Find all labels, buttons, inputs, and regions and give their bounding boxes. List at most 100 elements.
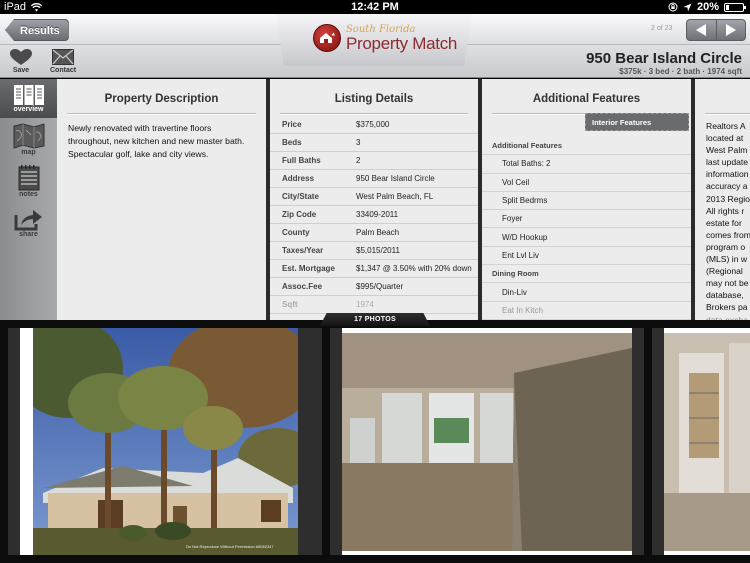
house-icon — [320, 32, 335, 43]
listing-label: Taxes/Year — [282, 246, 324, 255]
property-description-panel: Property Description Newly renovated wit… — [57, 79, 266, 320]
disclaimer-line: information — [706, 169, 749, 180]
disclaimer-line: accuracy a — [706, 181, 748, 192]
disclaimer-line: comes from — [706, 229, 750, 240]
battery-percent: 20% — [696, 1, 719, 13]
property-title: 950 Bear Island Circle — [586, 50, 742, 67]
listing-label: Assoc.Fee — [282, 282, 323, 291]
listing-details-panel: Listing Details Price $375,000 Beds 3 Full B… — [270, 79, 478, 320]
sidebar-item-map[interactable]: map — [0, 123, 57, 156]
listing-value: Palm Beach — [356, 228, 400, 237]
pager-text: 2 of 23 — [651, 25, 673, 32]
listing-row: Full Baths 2 — [270, 152, 478, 170]
listing-row: County Palm Beach — [270, 224, 478, 242]
listing-value: 2 — [356, 156, 361, 165]
features-list: Additional Features Total Baths: 2 Vol Cei… — [482, 137, 691, 320]
photo-interior-niche — [664, 333, 750, 551]
sidebar-item-notes[interactable]: notes — [0, 165, 57, 198]
listing-value: $375,000 — [356, 120, 390, 129]
feature-item: Din-Liv — [482, 283, 691, 302]
disclaimer-line: Realtors A — [706, 121, 746, 131]
feature-item: Total Baths: 2 — [482, 155, 691, 174]
listing-label: County — [282, 228, 310, 237]
listing-label: Est. Mortgage — [282, 264, 335, 273]
listing-row: Taxes/Year $5,015/2011 — [270, 242, 478, 260]
sidebar-item-share[interactable]: share — [0, 207, 57, 238]
listing-label: Price — [282, 120, 302, 129]
map-icon — [13, 123, 44, 149]
rotation-lock-icon — [668, 2, 678, 12]
listing-row: Beds 3 — [270, 134, 478, 152]
sidebar: overview map notes share — [0, 79, 63, 320]
sidebar-label-notes: notes — [19, 191, 38, 198]
header: Results South Florida Property Match 2 o… — [0, 14, 750, 78]
listing-row: Address 950 Bear Island Circle — [270, 170, 478, 188]
disclaimer-line: estate for — [706, 217, 742, 228]
photo-exterior — [33, 328, 298, 555]
status-bar: iPad 12:42 PM 20% — [0, 0, 750, 14]
notes-icon — [18, 165, 39, 191]
disclaimer-line: database, — [706, 290, 744, 301]
listing-table: Price $375,000 Beds 3 Full Baths 2 Address 950 … — [270, 116, 478, 314]
listing-label: Full Baths — [282, 156, 321, 165]
description-title: Property Description — [104, 93, 219, 105]
listing-row: City/State West Palm Beach, FL — [270, 188, 478, 206]
listing-label: Sqft — [282, 300, 298, 309]
disclaimer-panel: Realtors A located at West Palm last update… — [695, 79, 750, 320]
photo-watermark: Do Not Reproduce Without Permission #508… — [186, 544, 274, 549]
photo-card[interactable] — [330, 328, 644, 555]
overview-icon — [13, 85, 44, 105]
save-label: Save — [12, 67, 30, 74]
feature-category-heading: Additional Features — [482, 137, 691, 156]
arrow-left-icon — [696, 24, 707, 36]
listing-value: West Palm Beach, FL — [356, 192, 434, 201]
next-button[interactable] — [717, 20, 746, 40]
sidebar-item-overview[interactable]: overview — [0, 79, 63, 118]
listing-row: Zip Code 33409-2011 — [270, 206, 478, 224]
listing-label: Zip Code — [282, 210, 317, 219]
contact-label: Contact — [50, 67, 77, 74]
previous-button[interactable] — [687, 20, 717, 40]
disclaimer-line: (MLS) in w — [706, 254, 748, 265]
property-summary: $375k · 3 bed · 2 bath · 1974 sqft — [619, 67, 742, 76]
photo-strip[interactable]: 17 PHOTOS Do Not Reproduce Without Permi… — [0, 313, 750, 563]
status-time: 12:42 PM — [351, 1, 399, 13]
disclaimer-line: program o — [706, 241, 746, 252]
disclaimer-line: (Regional — [706, 266, 743, 277]
feature-item: Split Bedrms — [482, 192, 691, 211]
disclaimer-line: All rights r — [706, 205, 745, 216]
listing-label: Beds — [282, 138, 302, 147]
save-button[interactable]: Save — [10, 49, 32, 74]
location-icon — [683, 3, 692, 11]
interior-features-button[interactable]: Interior Features — [585, 113, 689, 131]
features-title: Additional Features — [532, 93, 641, 105]
contact-button[interactable]: Contact — [50, 49, 76, 74]
share-icon — [14, 210, 42, 231]
battery-icon — [724, 2, 746, 12]
photos-count-tab[interactable]: 17 PHOTOS — [320, 313, 430, 326]
feature-item: Foyer — [482, 210, 691, 229]
envelope-icon — [52, 49, 75, 65]
arrow-right-icon — [725, 24, 736, 36]
photo-card[interactable] — [652, 328, 750, 555]
listing-value: $5,015/2011 — [356, 246, 400, 255]
feature-item: W/D Hookup — [482, 228, 691, 247]
disclaimer-text: Realtors A located at West Palm last update… — [695, 114, 750, 320]
listing-value: 3 — [356, 138, 361, 147]
heart-icon — [10, 49, 32, 65]
listing-row: Sqft 1974 — [270, 296, 478, 314]
listing-row: Assoc.Fee $995/Quarter — [270, 278, 478, 296]
feature-category-heading: Dining Room — [482, 265, 691, 284]
disclaimer-line: Brokers pa — [706, 302, 748, 313]
feature-item: Vol Ceil — [482, 174, 691, 192]
feature-item: Ent Lvl Liv — [482, 247, 691, 266]
listing-label: City/State — [282, 192, 319, 201]
pager-control — [686, 19, 746, 41]
disclaimer-line: 2013 Regio — [706, 193, 750, 204]
disclaimer-line: West Palm — [706, 145, 748, 156]
feature-item: Eat In Kitch — [482, 302, 691, 320]
logo-name: Property Match — [346, 34, 458, 53]
disclaimer-line: last update — [706, 157, 749, 168]
results-back-button[interactable]: Results — [5, 19, 69, 41]
photo-card[interactable]: Do Not Reproduce Without Permission #508… — [8, 328, 322, 555]
